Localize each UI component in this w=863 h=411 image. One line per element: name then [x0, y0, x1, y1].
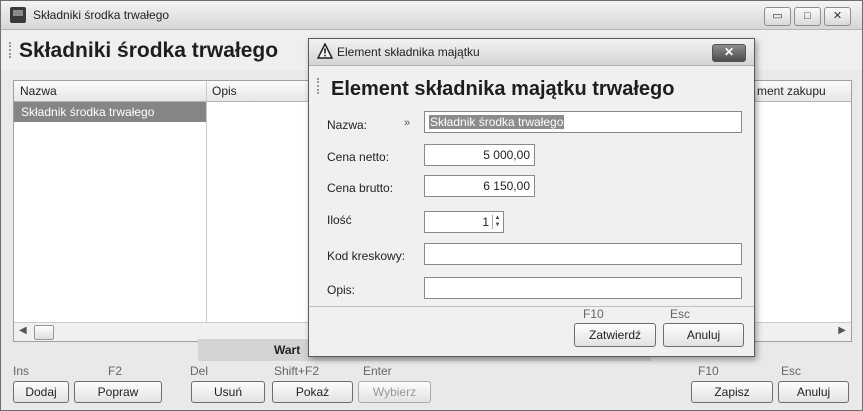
dialog-title: Element składnika majątku [337, 45, 480, 59]
close-button[interactable]: ✕ [824, 7, 851, 26]
shortcut-label: Esc [670, 307, 691, 321]
barcode-label: Kod kreskowy: [327, 249, 406, 263]
dialog-close-button[interactable]: ✕ [712, 44, 746, 62]
column-header-opis[interactable]: Opis [212, 84, 237, 98]
row-name-cell: Składnik środka trwałego [21, 105, 155, 119]
element-dialog: Element składnika majątku ✕ Element skła… [308, 38, 755, 357]
maximize-button[interactable]: □ [794, 7, 821, 26]
column-header-nazwa[interactable]: Nazwa [20, 84, 57, 98]
current-field-marker-icon: » [404, 117, 411, 129]
drag-grip-icon[interactable] [9, 42, 15, 58]
shortcut-label: F2 [108, 364, 123, 378]
app-icon [10, 7, 26, 23]
column-divider [206, 81, 207, 323]
quantity-label: Ilość [327, 213, 352, 227]
name-value: Składnik środka trwałego [429, 115, 565, 129]
shortcut-label: F10 [583, 307, 604, 321]
gross-price-input[interactable]: 6 150,00 [424, 175, 535, 197]
window-title: Składniki środka trwałego [33, 8, 170, 22]
shortcut-label: Esc [781, 364, 802, 378]
window-titlebar[interactable]: Składniki środka trwałego ▭ □ ✕ [1, 1, 862, 30]
shortcut-label: F10 [698, 364, 719, 378]
dialog-titlebar[interactable]: Element składnika majątku ✕ [309, 39, 754, 66]
confirm-button[interactable]: Zatwierdź [574, 323, 656, 347]
name-input[interactable]: Składnik środka trwałego [424, 111, 742, 133]
scroll-thumb[interactable] [34, 325, 54, 340]
dialog-heading: Element składnika majątku trwałego [331, 78, 675, 100]
save-button[interactable]: Zapisz [691, 381, 773, 403]
net-price-input[interactable]: 5 000,00 [424, 144, 535, 166]
shortcut-label: Ins [13, 364, 30, 378]
scroll-left-icon[interactable]: ◀ [19, 325, 27, 336]
warning-icon [317, 43, 333, 59]
add-button[interactable]: Dodaj [13, 381, 69, 403]
name-label: Nazwa: [327, 118, 368, 132]
cancel-button[interactable]: Anuluj [778, 381, 849, 403]
select-button[interactable]: Wybierz [358, 381, 431, 403]
barcode-input[interactable] [424, 243, 742, 265]
footer-value-label: Wart [274, 343, 301, 357]
shortcut-label: Enter [363, 364, 392, 378]
page-title: Składniki środka trwałego [19, 39, 279, 62]
shortcut-label: Del [190, 364, 209, 378]
net-price-label: Cena netto: [327, 150, 390, 164]
dialog-cancel-button[interactable]: Anuluj [663, 323, 744, 347]
description-label: Opis: [327, 283, 356, 297]
description-input[interactable] [424, 277, 742, 299]
show-button[interactable]: Pokaż [272, 381, 353, 403]
minimize-button[interactable]: ▭ [764, 7, 791, 26]
quantity-stepper[interactable]: 1 ▲ ▼ [424, 211, 504, 233]
shortcut-label: Shift+F2 [274, 364, 320, 378]
quantity-value: 1 [482, 215, 489, 229]
table-row[interactable]: Składnik środka trwałego [14, 102, 206, 122]
column-header-zakup[interactable]: ment zakupu [757, 84, 826, 98]
dialog-header: Element składnika majątku trwałego [309, 66, 754, 106]
spin-arrows-icon[interactable]: ▲ ▼ [492, 215, 502, 229]
drag-grip-icon[interactable] [317, 78, 323, 94]
delete-button[interactable]: Usuń [191, 381, 265, 403]
edit-button[interactable]: Popraw [74, 381, 162, 403]
scroll-right-icon[interactable]: ▶ [838, 325, 846, 336]
gross-price-label: Cena brutto: [327, 181, 394, 195]
